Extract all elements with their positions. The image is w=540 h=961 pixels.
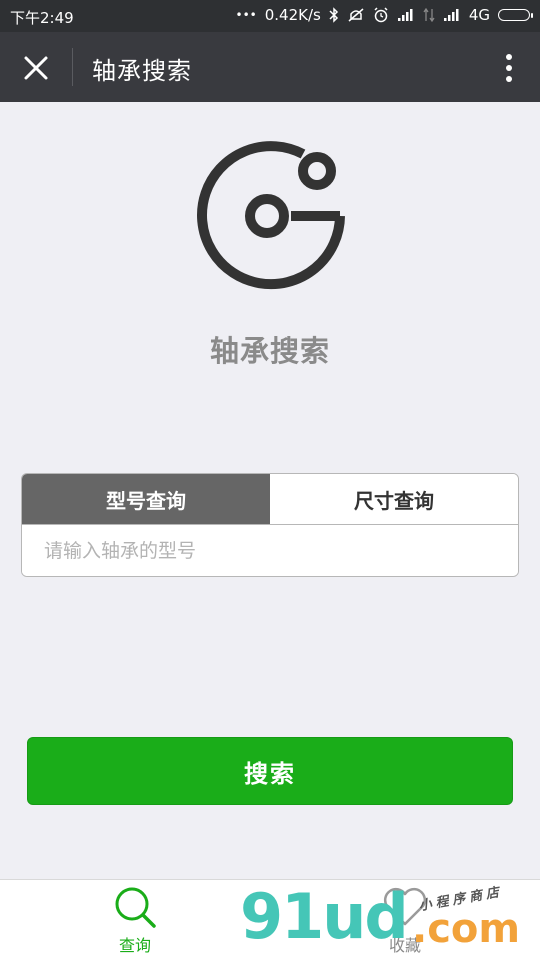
more-button[interactable] [502,50,516,86]
signal-icon-2 [443,8,461,22]
page-title: 轴承搜索 [92,57,192,85]
tabbar-item-query[interactable]: 查询 [85,886,185,956]
network-speed: 0.42K/s [264,6,321,24]
network-type: 4G [468,6,490,24]
search-tabs: 型号查询 尺寸查询 [22,474,518,525]
app-logo-icon [197,141,345,290]
nav-divider [72,48,73,86]
battery-icon [498,9,533,21]
more-vertical-icon [506,54,512,82]
status-time: 下午2:49 [10,9,74,27]
heart-icon [383,887,427,926]
model-search-input[interactable] [22,525,518,576]
tab-model-query[interactable]: 型号查询 [22,474,270,524]
alarm-icon [373,7,389,23]
app-name-heading: 轴承搜索 [209,334,330,368]
search-card: 型号查询 尺寸查询 [21,473,519,577]
status-bar: 下午2:49 ••• 0.42K/s 4G [0,0,540,32]
tabbar-label-favorites: 收藏 [388,936,421,955]
status-dots: ••• [235,8,257,22]
mute-icon [347,7,365,23]
status-icons: ••• 0.42K/s 4G [235,6,533,24]
search-button[interactable]: 搜索 [27,737,513,805]
tabbar-label-query: 查询 [118,936,151,955]
data-transfer-icon [423,8,435,22]
search-icon [115,887,156,928]
navigation-bar: 轴承搜索 [0,32,540,102]
close-icon [24,56,48,80]
tabbar-item-favorites[interactable]: 收藏 [355,886,455,956]
bottom-tab-bar: 查询 收藏 [0,879,540,961]
bluetooth-icon [329,7,339,23]
close-button[interactable] [18,50,54,86]
tab-size-query[interactable]: 尺寸查询 [270,474,518,524]
signal-icon-1 [397,8,415,22]
